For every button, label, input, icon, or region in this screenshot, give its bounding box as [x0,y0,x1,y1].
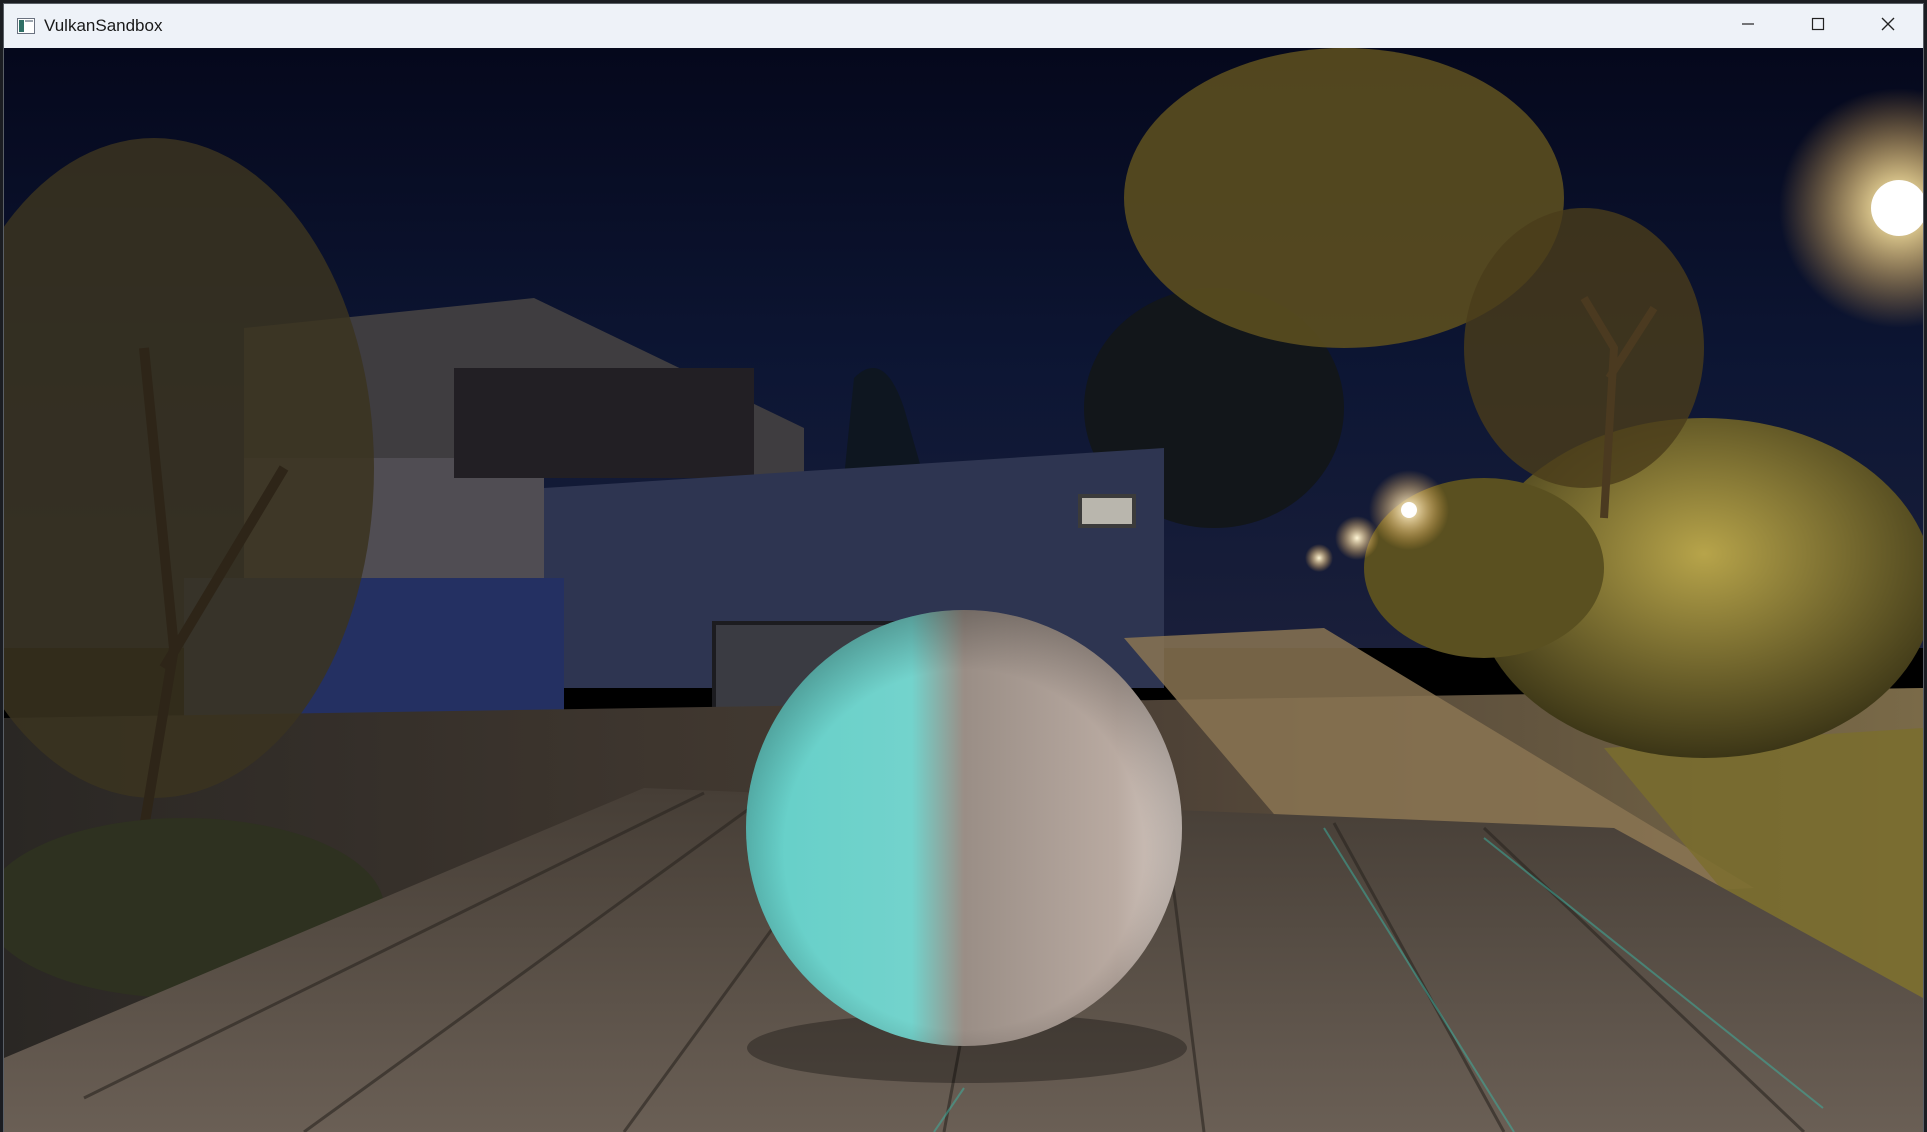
distant-lamp-glow-3 [1305,544,1333,572]
render-viewport[interactable] [4,48,1923,1132]
maximize-button[interactable] [1783,4,1853,48]
minimize-icon [1741,17,1755,36]
tree-foliage-right [1464,208,1704,488]
pbr-sphere-shading [746,610,1182,1046]
maximize-icon [1811,17,1825,36]
distant-lamp-glow-2 [1335,516,1379,560]
close-icon [1881,17,1895,36]
building-window-band [454,368,754,478]
app-window: VulkanSandbox [4,4,1923,1132]
title-bar[interactable]: VulkanSandbox [4,4,1923,48]
minimize-button[interactable] [1713,4,1783,48]
building-small-window [1078,494,1136,528]
window-title: VulkanSandbox [44,16,163,35]
window-controls [1713,4,1923,48]
rendered-scene [4,48,1923,1132]
close-button[interactable] [1853,4,1923,48]
distant-lamp [1401,502,1417,518]
app-window-icon [16,17,36,35]
